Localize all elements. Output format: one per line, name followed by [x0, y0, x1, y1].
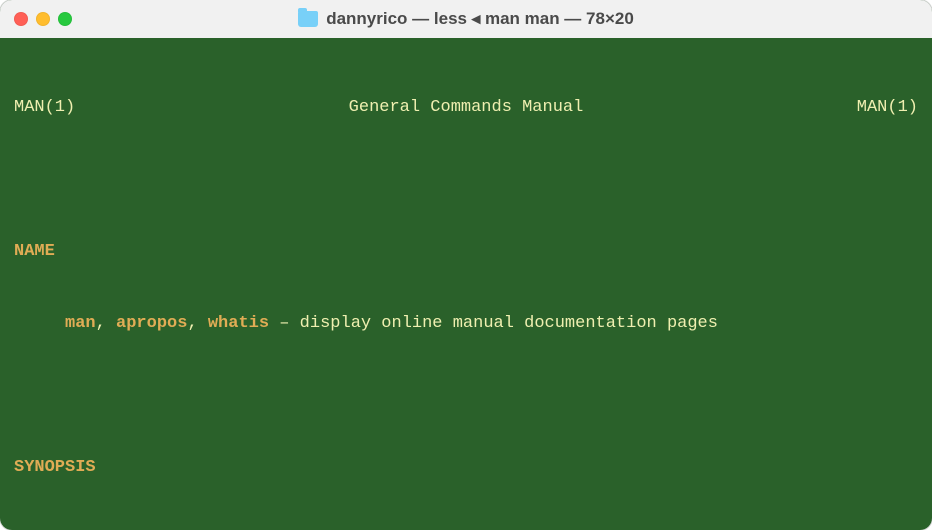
titlebar[interactable]: dannyrico — less ◂ man man — 78×20	[0, 0, 932, 38]
section-synopsis: SYNOPSIS	[14, 456, 918, 480]
manpage-header-center: General Commands Manual	[349, 96, 584, 120]
manpage-header-right: MAN(1)	[857, 96, 918, 120]
window-title-text: dannyrico — less ◂ man man — 78×20	[326, 9, 634, 29]
window-controls	[14, 12, 72, 26]
terminal-content[interactable]: MAN(1) General Commands Manual MAN(1) NA…	[0, 38, 932, 530]
zoom-button-icon[interactable]	[58, 12, 72, 26]
manpage-header: MAN(1) General Commands Manual MAN(1)	[14, 96, 918, 120]
section-name: NAME	[14, 240, 918, 264]
minimize-button-icon[interactable]	[36, 12, 50, 26]
name-line: man, apropos, whatis – display online ma…	[14, 312, 918, 336]
window-title: dannyrico — less ◂ man man — 78×20	[0, 9, 932, 29]
manpage-header-left: MAN(1)	[14, 96, 75, 120]
close-button-icon[interactable]	[14, 12, 28, 26]
terminal-window: dannyrico — less ◂ man man — 78×20 MAN(1…	[0, 0, 932, 530]
folder-icon	[298, 11, 318, 27]
